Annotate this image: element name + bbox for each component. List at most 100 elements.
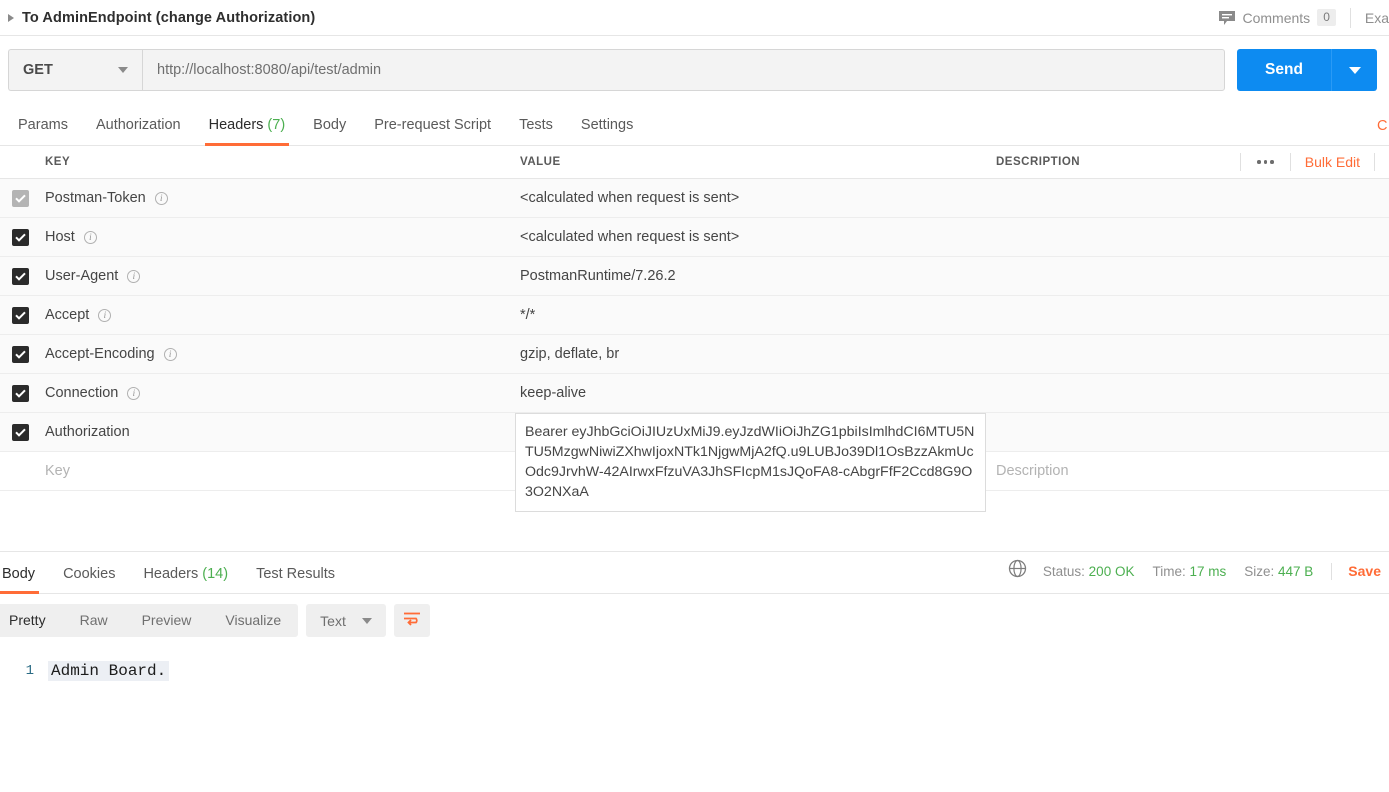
- response-format-toolbar: Pretty Raw Preview Visualize Text: [0, 594, 1389, 646]
- tab-headers[interactable]: Headers (7): [195, 117, 300, 146]
- comments-count-badge: 0: [1317, 9, 1336, 26]
- tab-label: Pre-request Script: [374, 117, 492, 133]
- url-bar: GET http://localhost:8080/api/test/admin…: [0, 36, 1389, 104]
- examples-button[interactable]: Exa: [1351, 10, 1389, 26]
- row-checkbox-cell: [0, 267, 40, 285]
- header-key-text: User-Agent: [45, 268, 119, 284]
- info-icon[interactable]: i: [154, 191, 168, 205]
- divider: [1331, 562, 1333, 580]
- http-method-select[interactable]: GET: [8, 49, 142, 91]
- tab-settings[interactable]: Settings: [567, 117, 647, 145]
- header-value-cell[interactable]: <calculated when request is sent>: [515, 229, 988, 245]
- tab-authorization[interactable]: Authorization: [82, 117, 195, 145]
- url-text: http://localhost:8080/api/test/admin: [157, 62, 382, 78]
- info-icon[interactable]: i: [127, 269, 141, 283]
- header-key-cell[interactable]: Host i: [40, 229, 515, 245]
- info-icon[interactable]: i: [98, 308, 112, 322]
- comment-icon: [1218, 10, 1236, 26]
- comments-label: Comments: [1242, 9, 1311, 26]
- header-value-cell[interactable]: keep-alive: [515, 385, 988, 401]
- format-tab-raw[interactable]: Raw: [63, 604, 125, 637]
- time-label: Time:: [1152, 563, 1186, 579]
- header-key-cell[interactable]: Accept-Encoding i: [40, 346, 515, 362]
- line-number: 1: [25, 663, 34, 679]
- tab-label: Headers: [208, 117, 264, 133]
- cookies-link[interactable]: C: [1377, 118, 1389, 134]
- tab-params[interactable]: Params: [4, 117, 82, 145]
- globe-icon[interactable]: [1008, 559, 1027, 583]
- header-key-cell[interactable]: Postman-Token i: [40, 190, 515, 206]
- format-language-label: Text: [320, 612, 346, 629]
- response-body-viewer: 1 Admin Board.: [0, 646, 1389, 682]
- format-tab-pretty[interactable]: Pretty: [0, 604, 63, 637]
- info-icon[interactable]: i: [127, 386, 141, 400]
- tab-body[interactable]: Body: [299, 117, 360, 145]
- tab-label: Test Results: [256, 566, 336, 582]
- chevron-right-icon[interactable]: [8, 13, 14, 22]
- format-segmented-control: Pretty Raw Preview Visualize: [0, 604, 299, 637]
- word-wrap-button[interactable]: [393, 604, 430, 637]
- response-tab-body[interactable]: Body: [0, 566, 49, 594]
- tab-pre-request-script[interactable]: Pre-request Script: [360, 117, 505, 145]
- comments-button[interactable]: Comments 0: [1218, 9, 1350, 26]
- save-response-button[interactable]: Save: [1348, 563, 1381, 579]
- ellipsis-icon[interactable]: [1241, 160, 1290, 164]
- response-body-content[interactable]: Admin Board.: [48, 660, 170, 682]
- column-header-key: KEY: [45, 156, 71, 168]
- header-key-text: Connection: [45, 385, 119, 401]
- request-title-area: To AdminEndpoint (change Authorization): [6, 10, 315, 26]
- row-checkbox[interactable]: [11, 423, 29, 441]
- new-key-input[interactable]: Key: [40, 463, 515, 479]
- status-label: Status:: [1042, 563, 1085, 579]
- time-value: 17 ms: [1189, 563, 1227, 579]
- column-header-value: VALUE: [520, 156, 561, 168]
- header-value-cell[interactable]: */*: [515, 307, 988, 323]
- row-checkbox[interactable]: [11, 306, 29, 324]
- info-icon[interactable]: i: [83, 230, 97, 244]
- authorization-value-input[interactable]: Bearer eyJhbGciOiJIUzUxMiJ9.eyJzdWIiOiJh…: [515, 413, 986, 512]
- response-tab-headers[interactable]: Headers (14): [129, 566, 242, 593]
- status-value: 200 OK: [1088, 563, 1135, 579]
- header-key-cell[interactable]: Connection i: [40, 385, 515, 401]
- header-key-cell[interactable]: User-Agent i: [40, 268, 515, 284]
- method-label: GET: [23, 62, 53, 78]
- info-icon[interactable]: i: [163, 347, 177, 361]
- response-tab-test-results[interactable]: Test Results: [242, 566, 349, 593]
- response-tab-cookies[interactable]: Cookies: [49, 566, 129, 593]
- header-value-cell[interactable]: PostmanRuntime/7.26.2: [515, 268, 988, 284]
- row-checkbox-cell: [0, 228, 40, 246]
- new-description-input[interactable]: Description: [988, 463, 1389, 479]
- row-checkbox-cell: [0, 423, 40, 441]
- send-options-button[interactable]: [1331, 49, 1377, 91]
- format-tab-preview[interactable]: Preview: [125, 604, 209, 637]
- header-key-cell[interactable]: Accept i: [40, 307, 515, 323]
- row-checkbox-cell: [0, 306, 40, 324]
- tab-label: Authorization: [95, 117, 181, 133]
- header-key-text: Postman-Token: [45, 190, 146, 206]
- row-checkbox[interactable]: [11, 267, 29, 285]
- word-wrap-icon: [403, 611, 421, 631]
- row-checkbox[interactable]: [11, 228, 29, 246]
- format-language-select[interactable]: Text: [306, 604, 386, 637]
- row-checkbox[interactable]: [11, 189, 29, 207]
- response-tabs-bar: Body Cookies Headers (14) Test Results St…: [0, 552, 1389, 594]
- row-checkbox[interactable]: [11, 384, 29, 402]
- row-checkbox-cell: [0, 384, 40, 402]
- header-value-cell[interactable]: <calculated when request is sent>: [515, 190, 988, 206]
- presets-button[interactable]: P: [1375, 154, 1389, 170]
- chevron-down-icon: [1348, 66, 1361, 74]
- tab-label: Tests: [519, 117, 553, 133]
- table-row: Authorization Bearer eyJhbGciOiJIUzUxMiJ…: [0, 413, 1389, 512]
- tab-count: (14): [202, 566, 229, 582]
- tab-tests[interactable]: Tests: [505, 117, 567, 145]
- bulk-edit-button[interactable]: Bulk Edit: [1291, 154, 1374, 170]
- url-input[interactable]: http://localhost:8080/api/test/admin: [142, 49, 1225, 91]
- row-checkbox[interactable]: [11, 345, 29, 363]
- response-meta: Status: 200 OK Time: 17 ms Size: 447 B S…: [1008, 559, 1389, 593]
- format-tab-visualize[interactable]: Visualize: [208, 604, 298, 637]
- header-key-text: Accept-Encoding: [45, 346, 155, 362]
- send-button[interactable]: Send: [1237, 49, 1331, 91]
- header-key-cell[interactable]: Authorization: [40, 424, 515, 440]
- row-checkbox-cell: [0, 345, 40, 363]
- header-value-cell[interactable]: gzip, deflate, br: [515, 346, 988, 362]
